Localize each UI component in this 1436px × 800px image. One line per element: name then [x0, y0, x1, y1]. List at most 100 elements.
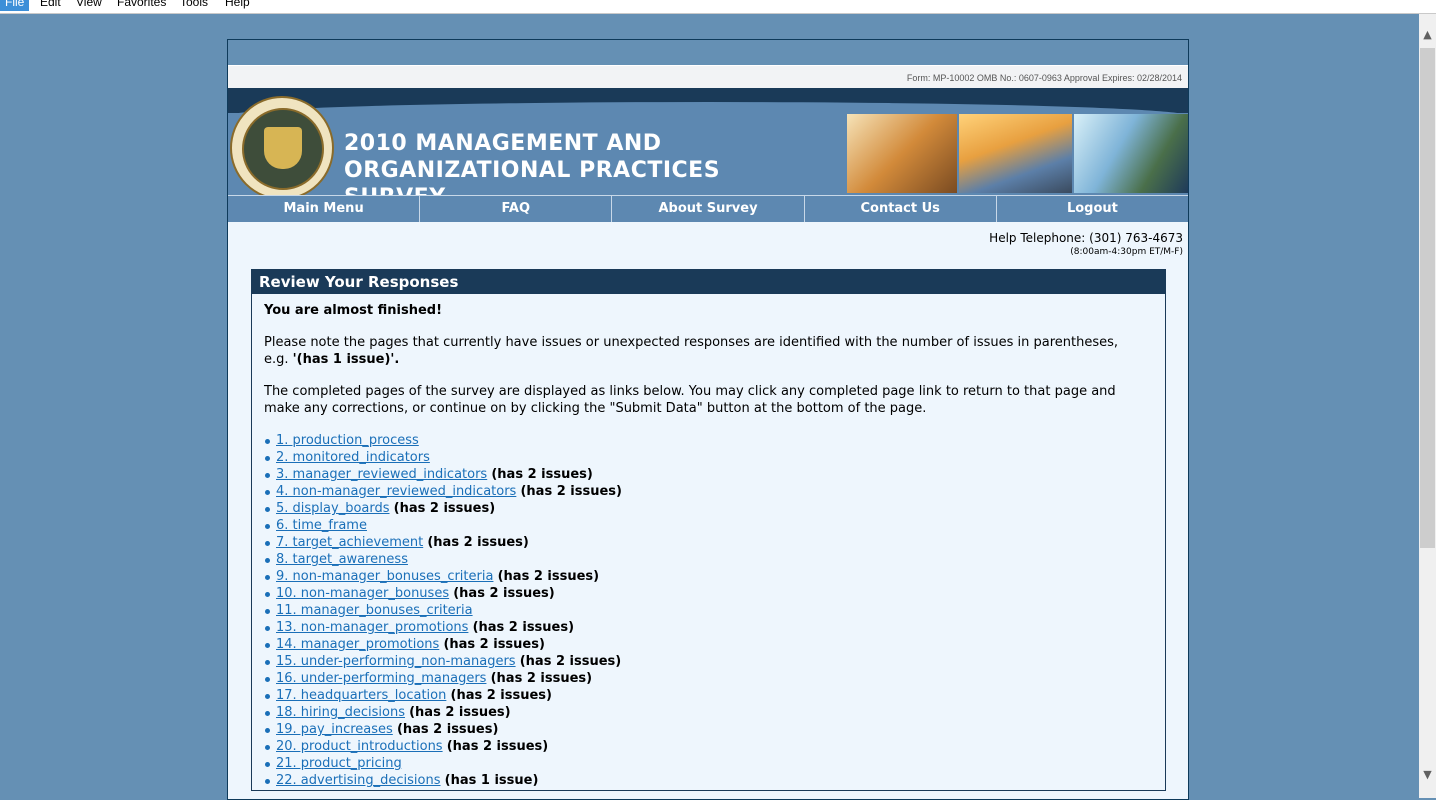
page-link[interactable]: 8. target_awareness — [276, 552, 408, 567]
page-link[interactable]: 14. manager_promotions — [276, 637, 439, 652]
photo-worker — [1074, 114, 1188, 193]
list-item: 3. manager_reviewed_indicators (has 2 is… — [265, 466, 1153, 483]
scroll-up-arrow-icon[interactable]: ▲ — [1419, 26, 1436, 43]
title-line-1: 2010 MANAGEMENT AND — [344, 131, 662, 156]
page-link[interactable]: 3. manager_reviewed_indicators — [276, 467, 487, 482]
page-link[interactable]: 21. product_pricing — [276, 756, 402, 771]
page-link[interactable]: 5. display_boards — [276, 501, 390, 516]
menu-help[interactable]: Help — [220, 0, 255, 11]
almost-finished-text: You are almost finished! — [264, 303, 443, 318]
list-item: 11. manager_bonuses_criteria — [265, 602, 1153, 619]
page-link[interactable]: 1. production_process — [276, 433, 419, 448]
census-seal-logo — [230, 96, 334, 200]
scroll-down-arrow-icon[interactable]: ▼ — [1419, 766, 1436, 783]
list-item: 9. non-manager_bonuses_criteria (has 2 i… — [265, 568, 1153, 585]
list-item: 18. hiring_decisions (has 2 issues) — [265, 704, 1153, 721]
issue-count: (has 2 issues) — [427, 535, 529, 550]
issues-note-text: Please note the pages that currently hav… — [264, 335, 1119, 350]
list-item: 15. under-performing_non-managers (has 2… — [265, 653, 1153, 670]
page-link[interactable]: 13. non-manager_promotions — [276, 620, 468, 635]
menu-view[interactable]: View — [71, 0, 107, 11]
seal-shield — [264, 127, 302, 169]
issue-count: (has 2 issues) — [497, 569, 600, 584]
review-panel: Review Your Responses You are almost fin… — [251, 269, 1166, 791]
browser-menubar: File Edit View Favorites Tools Help — [0, 0, 1436, 14]
page-link-list: 1. production_process 2. monitored_indica… — [264, 432, 1153, 789]
seal-ring — [242, 108, 324, 190]
issues-note: Please note the pages that currently hav… — [264, 334, 1153, 368]
page-link[interactable]: 22. advertising_decisions — [276, 773, 441, 788]
form-info: Form: MP-10002 OMB No.: 0607-0963 Approv… — [228, 66, 1188, 88]
links-note: The completed pages of the survey are di… — [264, 384, 1116, 416]
top-strip — [228, 40, 1188, 66]
list-item: 2. monitored_indicators — [265, 449, 1153, 466]
page-link[interactable]: 18. hiring_decisions — [276, 705, 405, 720]
issue-count: (has 1 issue) — [444, 773, 539, 788]
list-item: 22. advertising_decisions (has 1 issue) — [265, 772, 1153, 789]
vertical-scrollbar[interactable]: ▲ ▼ — [1419, 14, 1436, 798]
site-header: 2010 MANAGEMENT AND ORGANIZATIONAL PRACT… — [228, 88, 1188, 222]
list-item: 20. product_introductions (has 2 issues) — [265, 738, 1153, 755]
list-item: 5. display_boards (has 2 issues) — [265, 500, 1153, 517]
help-info: Help Telephone: (301) 763-4673 (8:00am-4… — [989, 231, 1183, 257]
issue-count: (has 2 issues) — [472, 620, 575, 635]
nav-main-menu[interactable]: Main Menu — [228, 196, 421, 222]
nav-faq[interactable]: FAQ — [420, 196, 613, 222]
menu-edit[interactable]: Edit — [35, 0, 66, 11]
issue-count: (has 2 issues) — [519, 654, 622, 669]
issue-count: (has 2 issues) — [491, 467, 593, 482]
panel-body: You are almost finished! Please note the… — [252, 294, 1165, 797]
issue-count: (has 2 issues) — [446, 739, 549, 754]
list-item: 21. product_pricing — [265, 755, 1153, 772]
page-link[interactable]: 9. non-manager_bonuses_criteria — [276, 569, 493, 584]
list-item: 6. time_frame — [265, 517, 1153, 534]
title-line-2: ORGANIZATIONAL PRACTICES — [344, 158, 721, 183]
page-link[interactable]: 6. time_frame — [276, 518, 367, 533]
page-link[interactable]: 11. manager_bonuses_criteria — [276, 603, 473, 618]
list-item: 1. production_process — [265, 432, 1153, 449]
list-item: 13. non-manager_promotions (has 2 issues… — [265, 619, 1153, 636]
list-item: 14. manager_promotions (has 2 issues) — [265, 636, 1153, 653]
menu-file[interactable]: File — [0, 0, 30, 11]
photo-machinery — [847, 114, 957, 193]
page-link[interactable]: 10. non-manager_bonuses — [276, 586, 449, 601]
photo-engineers — [959, 114, 1072, 193]
menu-tools[interactable]: Tools — [175, 0, 213, 11]
page-link[interactable]: 19. pay_increases — [276, 722, 393, 737]
page-link[interactable]: 4. non-manager_reviewed_indicators — [276, 484, 516, 499]
list-item: 4. non-manager_reviewed_indicators (has … — [265, 483, 1153, 500]
page-link[interactable]: 17. headquarters_location — [276, 688, 446, 703]
menu-favorites[interactable]: Favorites — [112, 0, 171, 11]
survey-page: Form: MP-10002 OMB No.: 0607-0963 Approv… — [227, 39, 1189, 800]
list-item: 7. target_achievement (has 2 issues) — [265, 534, 1153, 551]
issue-count: (has 2 issues) — [453, 586, 555, 601]
issues-note-example: '(has 1 issue)'. — [292, 352, 400, 367]
nav-logout[interactable]: Logout — [996, 196, 1188, 222]
panel-heading: Review Your Responses — [252, 270, 1165, 294]
scrollbar-thumb[interactable] — [1420, 48, 1435, 548]
issue-count: (has 2 issues) — [450, 688, 553, 703]
issue-count: (has 2 issues) — [393, 501, 496, 516]
list-item: 19. pay_increases (has 2 issues) — [265, 721, 1153, 738]
main-nav: Main Menu FAQ About Survey Contact Us Lo… — [228, 195, 1188, 222]
page-link[interactable]: 7. target_achievement — [276, 535, 423, 550]
list-item: 16. under-performing_managers (has 2 iss… — [265, 670, 1153, 687]
issue-count: (has 2 issues) — [396, 722, 499, 737]
issue-count: (has 2 issues) — [490, 671, 593, 686]
nav-contact-us[interactable]: Contact Us — [804, 196, 997, 222]
page-link[interactable]: 16. under-performing_managers — [276, 671, 486, 686]
issue-count: (has 2 issues) — [520, 484, 622, 499]
nav-about-survey[interactable]: About Survey — [612, 196, 805, 222]
list-item: 10. non-manager_bonuses (has 2 issues) — [265, 585, 1153, 602]
header-photos — [847, 114, 1188, 193]
issues-note-eg: e.g. — [264, 352, 293, 367]
help-hours: (8:00am-4:30pm ET/M-F) — [1070, 247, 1183, 257]
page-link[interactable]: 2. monitored_indicators — [276, 450, 430, 465]
page-link[interactable]: 15. under-performing_non-managers — [276, 654, 516, 669]
issue-count: (has 2 issues) — [443, 637, 545, 652]
list-item: 17. headquarters_location (has 2 issues) — [265, 687, 1153, 704]
issue-count: (has 2 issues) — [409, 705, 511, 720]
page-link[interactable]: 20. product_introductions — [276, 739, 443, 754]
help-phone: Help Telephone: (301) 763-4673 — [989, 231, 1183, 245]
list-item: 8. target_awareness — [265, 551, 1153, 568]
